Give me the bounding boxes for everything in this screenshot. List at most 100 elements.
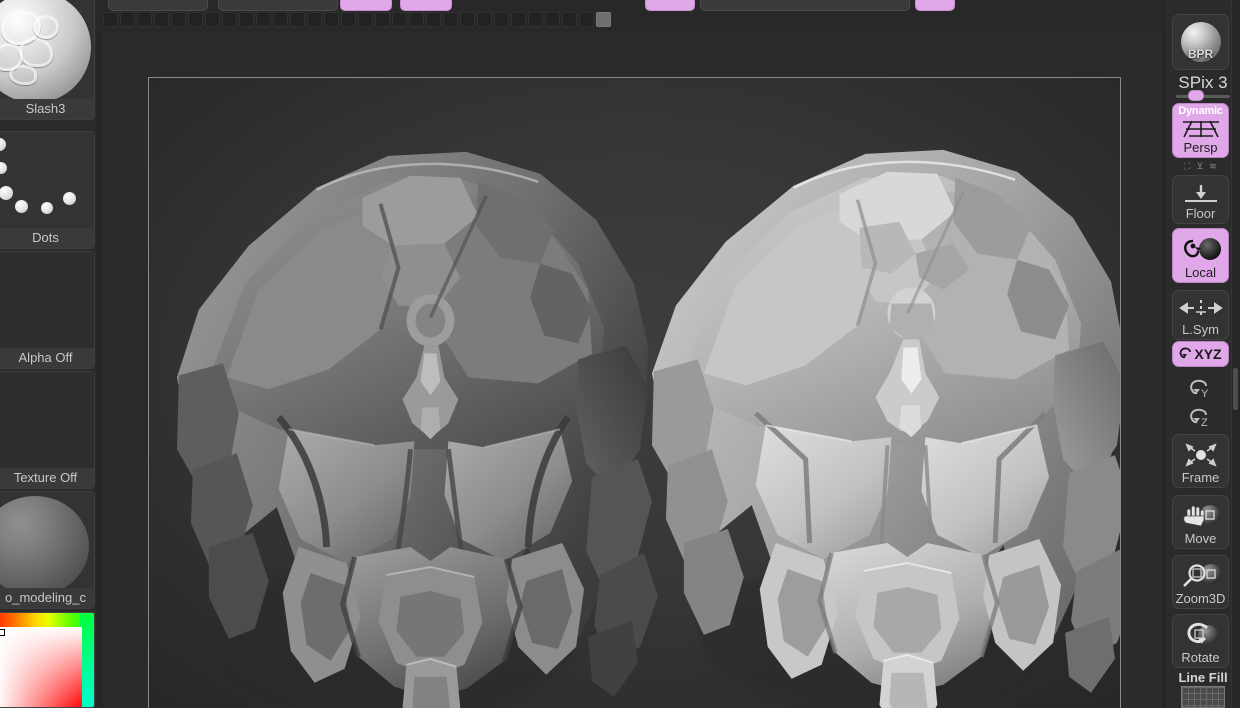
local-button[interactable]: Local <box>1172 228 1229 283</box>
quick-pick-cell[interactable] <box>375 12 390 27</box>
move-label: Move <box>1184 531 1217 546</box>
move-button[interactable]: Move <box>1172 495 1229 549</box>
dynamic-tag: Dynamic <box>1178 105 1223 117</box>
quick-pick-cell[interactable] <box>120 12 135 27</box>
rotate-z-button[interactable]: Z <box>1172 404 1229 432</box>
top-pink-button-1[interactable] <box>340 0 392 11</box>
quick-pick-cell[interactable] <box>545 12 560 27</box>
quick-pick-cell[interactable] <box>103 12 118 27</box>
quick-pick-cell[interactable] <box>358 12 373 27</box>
spix-label: SPix 3 <box>1178 73 1228 92</box>
zoom3d-button[interactable]: Zoom3D <box>1172 555 1229 609</box>
alpha-thumbnail-icon <box>0 252 94 348</box>
zoom3d-label: Zoom3D <box>1175 591 1226 606</box>
quick-pick-cell[interactable] <box>171 12 186 27</box>
brush-thumbnail <box>0 0 94 103</box>
quick-pick-cell[interactable] <box>579 12 594 27</box>
brush-label: Slash3 <box>0 99 94 119</box>
flip-icon[interactable]: ⊻ <box>1197 161 1204 172</box>
quick-pick-cell[interactable] <box>409 12 424 27</box>
quick-pick-cell[interactable] <box>426 12 441 27</box>
svg-text:Z: Z <box>1201 417 1208 429</box>
document-canvas[interactable] <box>148 77 1121 708</box>
perspective-button[interactable]: Dynamic Persp <box>1172 103 1229 158</box>
quick-pick-cell[interactable] <box>307 12 322 27</box>
quick-pick-cell[interactable] <box>324 12 339 27</box>
material-thumbnail <box>0 492 94 596</box>
color-cursor <box>0 629 5 636</box>
quick-pick-cell[interactable] <box>273 12 288 27</box>
stroke-selector[interactable]: Dots <box>0 131 95 249</box>
quick-pick-cell[interactable] <box>596 12 611 27</box>
quick-pick-cell[interactable] <box>511 12 526 27</box>
top-dark-button-3[interactable] <box>700 0 910 11</box>
top-dark-button-1[interactable] <box>108 0 208 11</box>
line-fill-grid-icon[interactable] <box>1181 686 1225 708</box>
left-shelf: Slash3 Dots Alpha Off Texture Off o_mode… <box>0 0 96 708</box>
bpr-label: BPR <box>1187 47 1214 61</box>
magnifier-icon <box>1173 560 1228 592</box>
quick-pick-cell[interactable] <box>562 12 577 27</box>
perspective-grid-icon <box>1173 117 1228 140</box>
dots-stroke-icon <box>0 132 94 228</box>
xyz-button[interactable]: XYZ <box>1172 341 1229 367</box>
top-button-row <box>0 0 1240 11</box>
sculpt-viewport[interactable] <box>149 78 1120 708</box>
frame-icon <box>1173 439 1228 471</box>
frame-button[interactable]: Frame <box>1172 434 1229 488</box>
bpr-render-icon: BPR <box>1173 19 1228 65</box>
floor-grid-icon <box>1173 180 1228 207</box>
alpha-label: Alpha Off <box>0 348 94 368</box>
stroke-label: Dots <box>0 228 94 248</box>
spix-slider-knob[interactable] <box>1188 90 1204 101</box>
quick-pick-cell[interactable] <box>256 12 271 27</box>
top-pink-button-3[interactable] <box>645 0 695 11</box>
quick-pick-cell[interactable] <box>443 12 458 27</box>
bpr-button[interactable]: BPR <box>1172 14 1229 70</box>
top-pink-button-4[interactable] <box>915 0 955 11</box>
right-scrollbar-track[interactable] <box>1231 0 1240 708</box>
hue-strip-right[interactable] <box>80 613 94 707</box>
quick-pick-bar[interactable] <box>103 12 611 27</box>
rotate-y-icon: Y <box>1189 379 1209 400</box>
texture-thumbnail-icon <box>0 372 94 468</box>
floor-button[interactable]: Floor <box>1172 175 1229 224</box>
quick-pick-cell[interactable] <box>222 12 237 27</box>
texture-selector[interactable]: Texture Off <box>0 371 95 489</box>
lsym-button[interactable]: L.Sym <box>1172 290 1229 340</box>
top-pink-button-2[interactable] <box>400 0 452 11</box>
scale-icon[interactable]: ⛶ <box>1184 161 1190 172</box>
rotate-y-button[interactable]: Y <box>1172 375 1229 403</box>
rotate-button[interactable]: Rotate <box>1172 614 1229 668</box>
local-pivot-icon <box>1173 233 1228 266</box>
quick-pick-cell[interactable] <box>205 12 220 27</box>
quick-pick-cell[interactable] <box>290 12 305 27</box>
rotate-xyz-icon <box>1180 347 1192 359</box>
zbrush-window: Slash3 Dots Alpha Off Texture Off o_mode… <box>0 0 1240 708</box>
material-sphere-icon <box>0 496 89 596</box>
top-dark-button-2[interactable] <box>218 0 338 11</box>
rotate-label: Rotate <box>1181 650 1220 665</box>
quick-pick-cell[interactable] <box>494 12 509 27</box>
quick-pick-cell[interactable] <box>477 12 492 27</box>
quick-pick-cell[interactable] <box>460 12 475 27</box>
quick-pick-cell[interactable] <box>188 12 203 27</box>
align-icon[interactable]: ≋ <box>1209 161 1217 172</box>
alpha-selector[interactable]: Alpha Off <box>0 251 95 369</box>
svg-text:Y: Y <box>1201 388 1209 400</box>
floor-label: Floor <box>1185 206 1216 221</box>
brush-selector[interactable]: Slash3 <box>0 0 95 120</box>
quick-pick-cell[interactable] <box>239 12 254 27</box>
color-picker[interactable] <box>0 612 95 708</box>
texture-label: Texture Off <box>0 468 94 488</box>
quick-pick-cell[interactable] <box>341 12 356 27</box>
view-tiny-icons[interactable]: ⛶ ⊻ ≋ <box>1172 160 1229 172</box>
quick-pick-cell[interactable] <box>392 12 407 27</box>
right-scrollbar-thumb[interactable] <box>1233 368 1238 410</box>
quick-pick-cell[interactable] <box>137 12 152 27</box>
quick-pick-cell[interactable] <box>154 12 169 27</box>
saturation-value-area[interactable] <box>0 627 82 707</box>
quick-pick-cell[interactable] <box>528 12 543 27</box>
xyz-label: XYZ <box>1194 346 1222 362</box>
material-selector[interactable]: o_modeling_c <box>0 491 95 609</box>
